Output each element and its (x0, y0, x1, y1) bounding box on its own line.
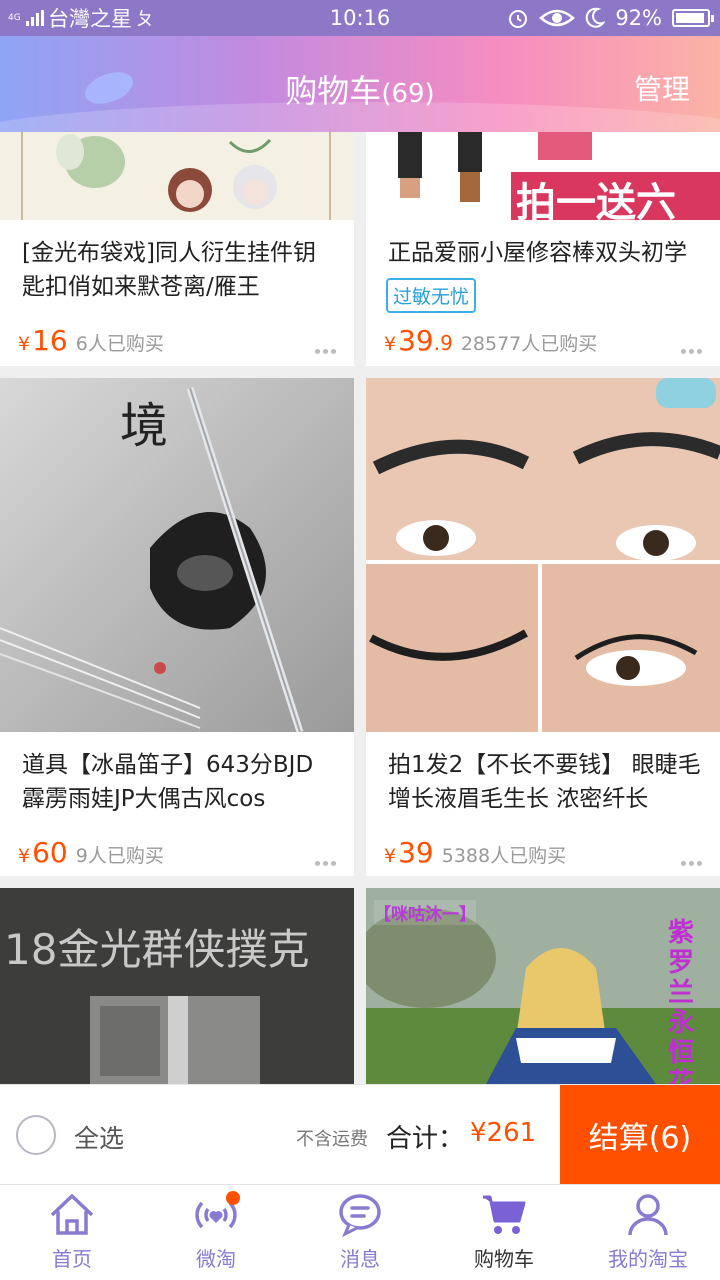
product-title[interactable]: 道具【冰晶笛子】643分BJD霹雳雨娃JP大偶古风cos (22, 748, 336, 816)
product-card[interactable]: 拍1发2【不长不要钱】 眼睫毛增长液眉毛生长 浓密纤长 ¥ 39 5388人已购… (366, 378, 720, 876)
product-card[interactable]: 拍一送六 正品爱丽小屋修容棒双头初学 过敏无忧 ¥ 39 .9 28577人已购… (366, 132, 720, 366)
battery-percent: 92% (615, 6, 662, 30)
more-options-icon[interactable] (315, 349, 336, 354)
product-image[interactable] (366, 378, 720, 732)
currency-symbol: ¥ (18, 333, 31, 355)
image-corner-text: 【咪咕沐一】 (374, 900, 476, 925)
sold-count: 28577人已购买 (460, 333, 598, 355)
profile-icon (628, 1194, 668, 1236)
more-options-icon[interactable] (681, 861, 702, 866)
notification-dot (226, 1191, 240, 1205)
tab-my-taobao[interactable]: 我的淘宝 (576, 1185, 720, 1280)
product-title[interactable]: 拍1发2【不长不要钱】 眼睫毛增长液眉毛生长 浓密纤长 (388, 748, 702, 816)
more-options-icon[interactable] (681, 349, 702, 354)
tab-home[interactable]: 首页 (0, 1185, 144, 1280)
more-options-icon[interactable] (315, 861, 336, 866)
cart-count: (69) (381, 79, 435, 109)
price-row: ¥ 60 9人已购买 (18, 836, 336, 876)
tab-label: 微淘 (196, 1247, 236, 1271)
tab-weitao[interactable]: 微淘 (144, 1185, 288, 1280)
header: 购物车(69) 管理 (0, 36, 720, 132)
product-image[interactable]: 【咪咕沐一】 紫罗兰永恒花园 (366, 888, 720, 1084)
total-value: ¥261 (470, 1118, 537, 1148)
product-image[interactable]: 拍一送六 (366, 132, 720, 220)
moon-icon (586, 7, 606, 28)
home-icon (50, 1194, 94, 1235)
page-title: 购物车(69) (285, 72, 435, 110)
select-all-label[interactable]: 全选 (74, 1119, 124, 1155)
cart-icon (483, 1195, 526, 1234)
price-row: ¥ 39 5388人已购买 (384, 836, 702, 876)
total-label: 合计： (386, 1124, 465, 1154)
tab-label: 消息 (340, 1247, 380, 1271)
tab-bar: 首页 微淘 消息 购物车 我的淘宝 (0, 1184, 720, 1280)
alarm-icon (509, 10, 528, 28)
price-row: ¥ 16 6人已购买 (18, 324, 336, 364)
product-price: 39 (398, 324, 434, 357)
currency-symbol: ¥ (18, 845, 31, 867)
product-title[interactable]: 正品爱丽小屋修容棒双头初学 (388, 236, 702, 270)
shipping-note: 不含运费 (296, 1129, 368, 1150)
sold-count: 9人已购买 (75, 845, 164, 867)
manage-button[interactable]: 管理 (634, 68, 690, 108)
eye-icon (539, 9, 576, 27)
product-card[interactable]: [金光布袋戏]同人衍生挂件钥匙扣俏如来默苍离/雁王 ¥ 16 6人已购买 (0, 132, 354, 366)
tab-messages[interactable]: 消息 (288, 1185, 432, 1280)
image-vertical-text: 紫罗兰永恒花园 (668, 918, 695, 1084)
product-price: 60 (32, 836, 68, 869)
product-price-decimal: .9 (433, 331, 453, 355)
product-title[interactable]: [金光布袋戏]同人衍生挂件钥匙扣俏如来默苍离/雁王 (22, 236, 336, 304)
sold-count: 5388人已购买 (441, 845, 567, 867)
select-all-checkbox[interactable] (16, 1115, 56, 1155)
currency-symbol: ¥ (384, 333, 397, 355)
tab-cart[interactable]: 购物车 (432, 1185, 576, 1280)
checkout-button[interactable]: 结算(6) (560, 1085, 720, 1185)
product-image[interactable]: 18金光群侠撲克 (0, 888, 354, 1084)
image-calligraphy-text: 境 (120, 398, 169, 454)
price-row: ¥ 39 .9 28577人已购买 (384, 324, 702, 364)
product-grid: [金光布袋戏]同人衍生挂件钥匙扣俏如来默苍离/雁王 ¥ 16 6人已购买 拍一送… (0, 132, 720, 1084)
product-price: 16 (32, 324, 68, 357)
tab-label: 我的淘宝 (608, 1247, 688, 1271)
checkout-bar: 全选 不含运费 合计： ¥261 结算(6) (0, 1084, 720, 1185)
message-icon (339, 1194, 381, 1237)
product-image[interactable]: 境 (0, 378, 354, 732)
product-price: 39 (398, 836, 434, 869)
status-bar: 4G 台灣之星 ㄆ 10:16 92% (0, 0, 720, 36)
promo-banner-text: 拍一送六 (516, 180, 676, 220)
product-card[interactable]: 18金光群侠撲克 (0, 888, 354, 1084)
product-image[interactable] (0, 132, 354, 220)
image-title-text: 18金光群侠撲克 (4, 925, 310, 974)
product-card[interactable]: 境 道具【冰晶笛子】643分BJD霹雳雨娃JP大偶古风cos ¥ 60 9人已购… (0, 378, 354, 876)
product-card[interactable]: 【咪咕沐一】 紫罗兰永恒花园 (366, 888, 720, 1084)
currency-symbol: ¥ (384, 845, 397, 867)
product-tag: 过敏无忧 (386, 278, 477, 313)
tab-label: 购物车 (474, 1247, 534, 1271)
tab-label: 首页 (52, 1247, 92, 1271)
sold-count: 6人已购买 (75, 333, 164, 355)
battery-icon (672, 9, 714, 27)
